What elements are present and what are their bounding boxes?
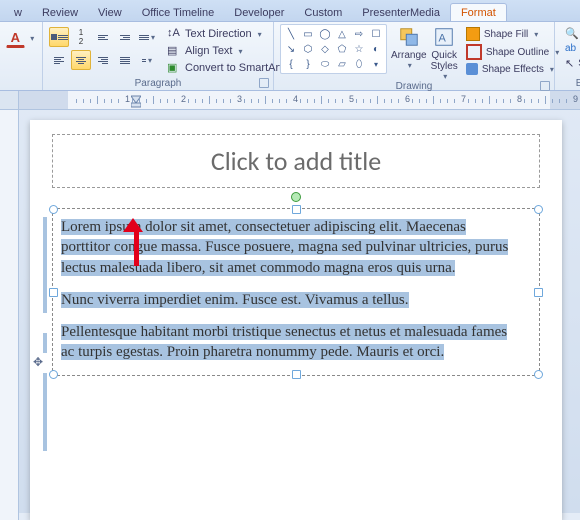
tab-view[interactable]: View [88,4,132,21]
resize-handle-bl[interactable] [49,370,58,379]
tab-custom[interactable]: Custom [294,4,352,21]
quick-styles-button[interactable]: A Quick Styles [431,24,458,81]
ruler-corner [0,91,19,109]
annotation-arrow [130,218,143,266]
bullets-button[interactable] [49,27,69,47]
replace-button[interactable]: abReplace [561,42,580,55]
tab-office-timeline[interactable]: Office Timeline [132,4,225,21]
paragraph-3[interactable]: Pellentesque habitant morbi tristique se… [61,322,515,363]
horizontal-ruler[interactable]: 1 2 3 4 5 6 7 8 9 [19,91,580,109]
selection-bar [43,217,47,313]
columns-button[interactable] [137,50,157,70]
increase-indent-button[interactable] [115,27,135,47]
horizontal-ruler-row: 1 2 3 4 5 6 7 8 9 [0,91,580,110]
ribbon-tabs: wReviewViewOffice TimelineDeveloperCusto… [0,0,580,22]
paragraph-group: 12 ↕AText Direction ▤Align Text ▣Convert… [43,22,274,90]
resize-handle-ml[interactable] [49,288,58,297]
arrange-button[interactable]: Arrange [391,24,427,70]
selection-bar [43,333,47,353]
tab-presentermedia[interactable]: PresenterMedia [352,4,450,21]
ruler-tick: 6 [405,94,410,104]
svg-text:A: A [439,33,447,45]
ruler-tick: 8 [517,94,522,104]
ruler-tick: 5 [349,94,354,104]
paragraph-2[interactable]: Nunc viverra imperdiet enim. Fusce est. … [61,290,515,310]
resize-handle-bm[interactable] [292,370,301,379]
align-right-button[interactable] [93,50,113,70]
resize-handle-tl[interactable] [49,205,58,214]
shapes-gallery[interactable]: ╲▭◯△⇨☐ ↘⬡◇⬠☆◐ {}⬭▱⬯▾ [280,24,387,74]
content-placeholder[interactable]: Lorem ipsum dolor sit amet, consectetuer… [52,208,540,376]
vertical-ruler[interactable] [0,110,19,520]
resize-handle-mr[interactable] [534,288,543,297]
editing-group-label: Editing [561,78,580,90]
editing-group: 🔍Find abReplace ↖Select Editing [555,22,580,90]
align-center-button[interactable] [71,50,91,70]
shape-effects-button[interactable]: Shape Effects [462,62,563,76]
line-spacing-button[interactable] [137,27,157,47]
shape-outline-button[interactable]: Shape Outline [462,43,563,61]
resize-handle-tr[interactable] [534,205,543,214]
rotation-handle[interactable] [291,192,301,202]
align-left-button[interactable] [49,50,69,70]
select-button[interactable]: ↖Select [561,56,580,71]
move-icon[interactable]: ✥ [33,354,43,370]
tab-review[interactable]: Review [32,4,88,21]
resize-handle-br[interactable] [534,370,543,379]
find-button[interactable]: 🔍Find [561,26,580,41]
ruler-tick: 4 [293,94,298,104]
ruler-tick: 9 [573,94,578,104]
font-color-button[interactable]: A [6,29,25,48]
selection-bar [43,373,47,451]
justify-button[interactable] [115,50,135,70]
ruler-tick: 7 [461,94,466,104]
shape-fill-button[interactable]: Shape Fill [462,26,563,42]
ruler-tick: 3 [237,94,242,104]
font-group-fragment: A . [0,22,43,90]
tab-developer[interactable]: Developer [224,4,294,21]
tab-w[interactable]: w [4,4,32,21]
slide[interactable]: Click to add title Lorem ipsum dolor sit… [30,120,562,520]
ruler-tick: 2 [181,94,186,104]
title-placeholder[interactable]: Click to add title [52,134,540,188]
ruler-tick: 1 [125,94,130,104]
drawing-group: ╲▭◯△⇨☐ ↘⬡◇⬠☆◐ {}⬭▱⬯▾ Arrange A Quick Sty… [274,22,555,90]
paragraph-group-label: Paragraph [49,78,267,90]
resize-handle-tm[interactable] [292,205,301,214]
tab-format[interactable]: Format [450,3,507,21]
ribbon: A . 12 [0,22,580,91]
slide-workspace: Click to add title Lorem ipsum dolor sit… [0,110,580,520]
decrease-indent-button[interactable] [93,27,113,47]
font-color-dropdown[interactable] [27,28,36,48]
numbering-button[interactable]: 12 [71,27,91,47]
